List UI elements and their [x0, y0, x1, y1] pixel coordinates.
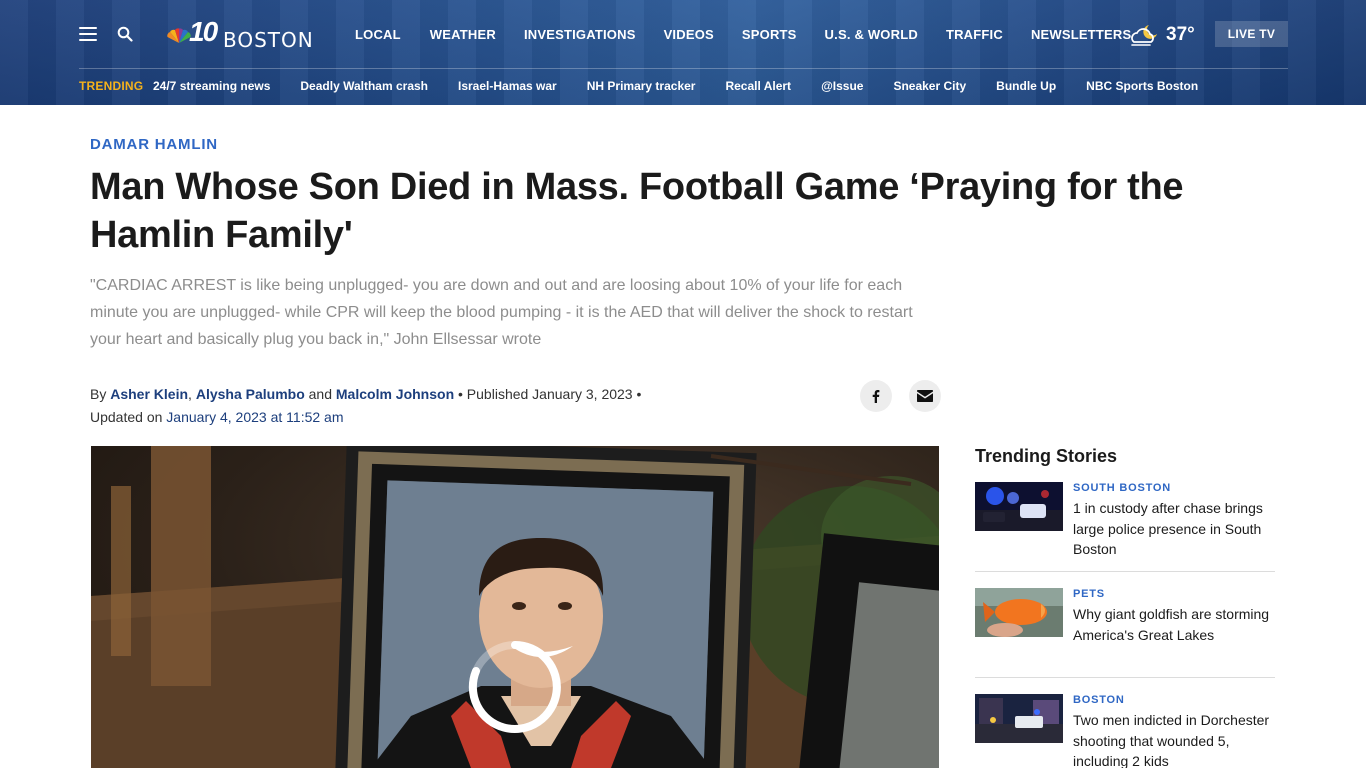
story-category[interactable]: BOSTON: [1073, 694, 1125, 706]
trending-link[interactable]: @Issue: [821, 79, 863, 93]
author-link[interactable]: Asher Klein: [110, 386, 188, 402]
partly-cloudy-night-icon: [1131, 25, 1157, 46]
story-thumbnail[interactable]: [975, 588, 1063, 637]
nav-us-world[interactable]: U.S. & WORLD: [825, 27, 918, 42]
trending-story[interactable]: PETS Why giant goldfish are storming Ame…: [975, 588, 1275, 668]
share-email-button[interactable]: [909, 380, 941, 412]
nav-newsletters[interactable]: NEWSLETTERS: [1031, 27, 1131, 42]
published-date: • Published January 3, 2023 •: [458, 386, 642, 402]
trending-link[interactable]: Recall Alert: [725, 79, 791, 93]
weather-widget[interactable]: 37°: [1128, 22, 1200, 48]
story-category[interactable]: PETS: [1073, 588, 1105, 600]
byline-comma: ,: [188, 386, 192, 402]
trending-stories-heading: Trending Stories: [975, 446, 1118, 466]
nav-traffic[interactable]: TRAFFIC: [946, 27, 1003, 42]
story-title[interactable]: Two men indicted in Dorchester shooting …: [1073, 710, 1275, 768]
story-title[interactable]: 1 in custody after chase brings large po…: [1073, 498, 1275, 560]
trending-link[interactable]: 24/7 streaming news: [153, 79, 270, 93]
nav-videos[interactable]: VIDEOS: [664, 27, 714, 42]
updated-date: January 4, 2023 at 11:52 am: [166, 409, 344, 425]
byline-by: By: [90, 386, 107, 402]
divider: [975, 677, 1275, 678]
nav-investigations[interactable]: INVESTIGATIONS: [524, 27, 636, 42]
site-header: 10 BOSTON LOCAL WEATHER INVESTIGATIONS V…: [0, 0, 1366, 105]
facebook-icon: [872, 390, 880, 403]
share-facebook-button[interactable]: [860, 380, 892, 412]
trending-link[interactable]: NBC Sports Boston: [1086, 79, 1198, 93]
story-title[interactable]: Why giant goldfish are storming America'…: [1073, 604, 1275, 645]
trending-story[interactable]: BOSTON Two men indicted in Dorchester sh…: [975, 694, 1275, 768]
main-nav: LOCAL WEATHER INVESTIGATIONS VIDEOS SPOR…: [355, 27, 1159, 42]
section-tag[interactable]: DAMAR HAMLIN: [90, 136, 218, 153]
byline-and: and: [308, 386, 332, 402]
nav-local[interactable]: LOCAL: [355, 27, 401, 42]
author-link[interactable]: Malcolm Johnson: [336, 386, 454, 402]
nav-weather[interactable]: WEATHER: [430, 27, 496, 42]
divider: [975, 571, 1275, 572]
trending-story[interactable]: SOUTH BOSTON 1 in custody after chase br…: [975, 482, 1275, 562]
article-headline: Man Whose Son Died in Mass. Football Gam…: [90, 166, 1184, 256]
author-link[interactable]: Alysha Palumbo: [196, 386, 305, 402]
header-top-row: 10 BOSTON LOCAL WEATHER INVESTIGATIONS V…: [0, 0, 1366, 68]
search-icon[interactable]: [117, 26, 133, 42]
trending-bar: TRENDING 24/7 streaming news Deadly Walt…: [79, 68, 1288, 105]
story-category[interactable]: SOUTH BOSTON: [1073, 482, 1171, 494]
peacock-logo-icon: [167, 28, 191, 43]
logo-city: BOSTON: [223, 28, 314, 52]
trending-links: 24/7 streaming news Deadly Waltham crash…: [153, 79, 1228, 93]
nav-sports[interactable]: SPORTS: [742, 27, 797, 42]
live-tv-button[interactable]: LIVE TV: [1215, 21, 1288, 47]
trending-link[interactable]: Israel-Hamas war: [458, 79, 557, 93]
temperature: 37°: [1166, 24, 1195, 45]
video-loading-spinner-icon[interactable]: [466, 638, 564, 736]
article-dek: "CARDIAC ARREST is like being unplugged-…: [90, 277, 913, 348]
story-thumbnail[interactable]: [975, 694, 1063, 743]
logo-channel-number: 10: [189, 16, 218, 47]
trending-label: TRENDING: [79, 79, 144, 93]
trending-link[interactable]: NH Primary tracker: [587, 79, 696, 93]
byline: By Asher Klein, Alysha Palumbo and Malco…: [90, 383, 710, 429]
trending-link[interactable]: Deadly Waltham crash: [300, 79, 428, 93]
site-logo[interactable]: 10 BOSTON: [167, 16, 317, 52]
menu-icon[interactable]: [79, 27, 97, 41]
trending-link[interactable]: Bundle Up: [996, 79, 1056, 93]
updated-prefix: Updated on: [90, 409, 163, 425]
story-thumbnail[interactable]: [975, 482, 1063, 531]
email-icon: [917, 390, 933, 402]
trending-link[interactable]: Sneaker City: [893, 79, 966, 93]
